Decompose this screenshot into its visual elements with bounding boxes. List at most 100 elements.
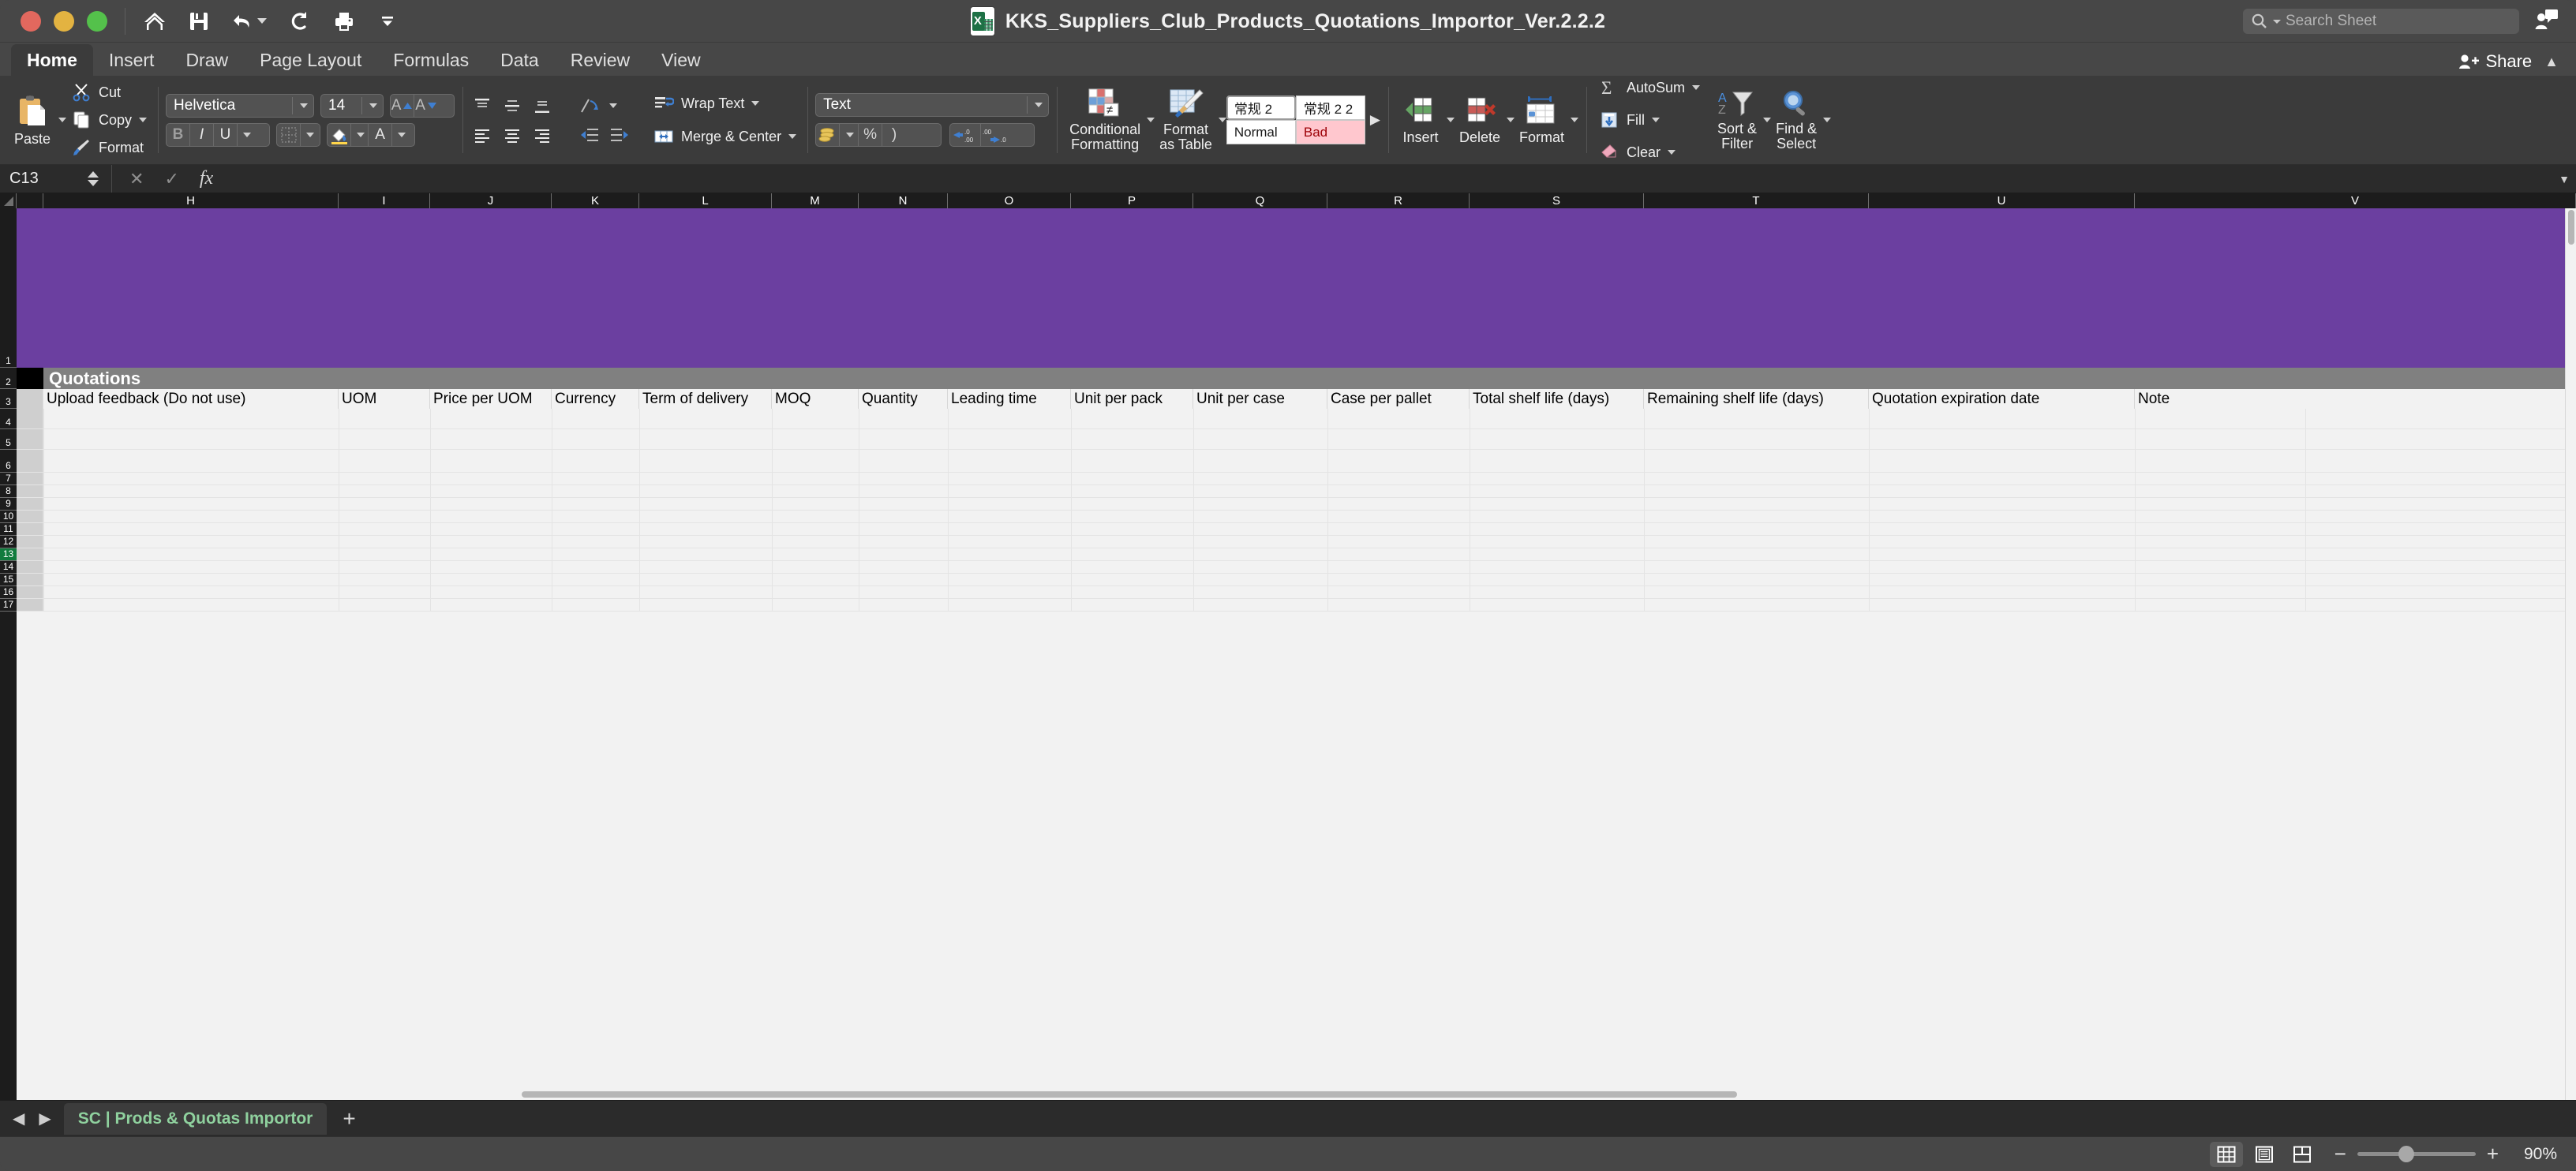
confirm-formula-icon[interactable]: ✓: [164, 169, 178, 189]
zoom-in-button[interactable]: +: [2487, 1142, 2499, 1166]
tab-view[interactable]: View: [646, 44, 716, 76]
header-cell-V3[interactable]: Note: [2135, 389, 2576, 409]
tab-formulas[interactable]: Formulas: [377, 44, 485, 76]
triangle-left-icon[interactable]: ◀: [13, 1109, 24, 1128]
undo-dropdown-icon[interactable]: [257, 18, 267, 24]
table-row[interactable]: [17, 473, 2576, 485]
zoom-slider[interactable]: [2357, 1146, 2476, 1162]
paste-button[interactable]: Paste: [8, 91, 57, 150]
row-header-5[interactable]: 5: [0, 429, 17, 450]
decrease-indent-button[interactable]: [578, 123, 601, 147]
header-cell-U3[interactable]: Quotation expiration date: [1869, 389, 2135, 409]
close-window-button[interactable]: [21, 10, 41, 32]
page-layout-view-button[interactable]: [2248, 1142, 2281, 1167]
cancel-formula-icon[interactable]: ✕: [129, 169, 144, 189]
table-row[interactable]: [17, 450, 2576, 473]
font-size-input[interactable]: 14: [320, 93, 384, 118]
tab-home[interactable]: Home: [11, 44, 93, 76]
column-header-L[interactable]: L: [639, 193, 772, 208]
font-color-dropdown-icon[interactable]: [392, 124, 410, 146]
user-comment-icon[interactable]: [2535, 9, 2559, 35]
row-header-9[interactable]: 9: [0, 498, 17, 511]
table-row[interactable]: [17, 536, 2576, 548]
print-icon[interactable]: [333, 11, 355, 32]
format-painter-button[interactable]: Format: [69, 136, 147, 159]
normal-view-button[interactable]: [2209, 1141, 2243, 1167]
align-bottom-button[interactable]: [530, 94, 554, 118]
header-cell-Q3[interactable]: Unit per case: [1193, 389, 1327, 409]
find-select-dropdown-icon[interactable]: [1823, 118, 1832, 122]
format-as-table-button[interactable]: Format as Table: [1155, 84, 1217, 155]
sort-filter-dropdown-icon[interactable]: [1763, 118, 1772, 122]
triangle-right-icon[interactable]: ▶: [39, 1109, 51, 1128]
row-header-1[interactable]: 1: [0, 208, 17, 368]
table-row[interactable]: [17, 511, 2576, 523]
table-row[interactable]: [17, 586, 2576, 599]
name-box[interactable]: C13: [0, 165, 112, 193]
borders-button[interactable]: [277, 123, 301, 146]
column-header-N[interactable]: N: [859, 193, 948, 208]
cell-style-2[interactable]: Normal: [1226, 120, 1296, 144]
wrap-text-dropdown-icon[interactable]: [751, 101, 760, 106]
insert-function-icon[interactable]: fx: [200, 168, 213, 189]
triangle-right-icon[interactable]: ▶: [1370, 112, 1380, 128]
column-header-J[interactable]: J: [430, 193, 552, 208]
header-cell-H3[interactable]: Upload feedback (Do not use): [43, 389, 339, 409]
number-format-dropdown-icon[interactable]: [1035, 103, 1043, 107]
save-icon[interactable]: [189, 11, 209, 32]
horizontal-scrollbar[interactable]: [17, 1089, 2565, 1100]
table-row[interactable]: [17, 429, 2576, 450]
cell-G2-black[interactable]: [17, 368, 43, 389]
delete-cells-dropdown-icon[interactable]: [1506, 118, 1515, 122]
undo-icon[interactable]: [231, 11, 267, 32]
header-cell-P3[interactable]: Unit per pack: [1071, 389, 1193, 409]
share-button[interactable]: Share: [2458, 51, 2532, 72]
zoom-out-button[interactable]: −: [2334, 1142, 2346, 1166]
column-header-T[interactable]: T: [1644, 193, 1869, 208]
sort-filter-button[interactable]: A Z Sort & Filter: [1713, 85, 1762, 155]
maximize-window-button[interactable]: [87, 10, 107, 32]
wrap-text-button[interactable]: Wrap Text: [652, 92, 796, 115]
underline-button[interactable]: U: [214, 123, 238, 146]
copy-button[interactable]: Copy: [69, 108, 148, 132]
row-header-3[interactable]: 3: [0, 389, 17, 409]
redo-icon[interactable]: [289, 10, 311, 32]
column-header-R[interactable]: R: [1327, 193, 1470, 208]
column-header-Q[interactable]: Q: [1193, 193, 1327, 208]
row-header-10[interactable]: 10: [0, 511, 17, 523]
font-color-button[interactable]: A: [369, 123, 393, 146]
autosum-dropdown-icon[interactable]: [1692, 85, 1701, 90]
tab-draw[interactable]: Draw: [170, 44, 244, 76]
column-header-H[interactable]: H: [43, 193, 339, 208]
conditional-formatting-dropdown-icon[interactable]: [1147, 118, 1155, 122]
column-header-O[interactable]: O: [948, 193, 1071, 208]
column-header-P[interactable]: P: [1071, 193, 1193, 208]
increase-indent-button[interactable]: [608, 123, 631, 147]
fill-color-dropdown-icon[interactable]: [351, 123, 369, 146]
formula-input[interactable]: [230, 165, 2552, 193]
header-cell-I3[interactable]: UOM: [339, 389, 430, 409]
percent-format-button[interactable]: %: [859, 124, 883, 146]
increase-decimal-button[interactable]: .00 .0: [981, 124, 1011, 146]
font-name-input[interactable]: Helvetica: [166, 93, 315, 118]
vertical-scrollbar[interactable]: [2565, 208, 2576, 1100]
horizontal-scrollbar-thumb[interactable]: [522, 1091, 1737, 1098]
cut-button[interactable]: Cut: [69, 80, 147, 104]
row-header-8[interactable]: 8: [0, 485, 17, 498]
row-header-17[interactable]: 17: [0, 599, 17, 612]
header-cell-L3[interactable]: Term of delivery: [639, 389, 772, 409]
currency-dropdown-icon[interactable]: [840, 124, 859, 146]
cell-G3-gray[interactable]: [17, 389, 43, 409]
column-header-S[interactable]: S: [1470, 193, 1644, 208]
search-input[interactable]: Search Sheet: [2243, 9, 2519, 34]
insert-cells-dropdown-icon[interactable]: [1446, 118, 1455, 122]
conditional-formatting-button[interactable]: ≠ Conditional Formatting: [1065, 84, 1145, 155]
currency-format-button[interactable]: [816, 124, 841, 146]
header-cell-T3[interactable]: Remaining shelf life (days): [1644, 389, 1869, 409]
minimize-window-button[interactable]: [54, 10, 74, 32]
row-header-11[interactable]: 11: [0, 523, 17, 536]
align-top-button[interactable]: [470, 94, 494, 118]
row-header-12[interactable]: 12: [0, 536, 17, 548]
underline-dropdown-icon[interactable]: [238, 124, 255, 146]
align-right-button[interactable]: [530, 123, 554, 147]
